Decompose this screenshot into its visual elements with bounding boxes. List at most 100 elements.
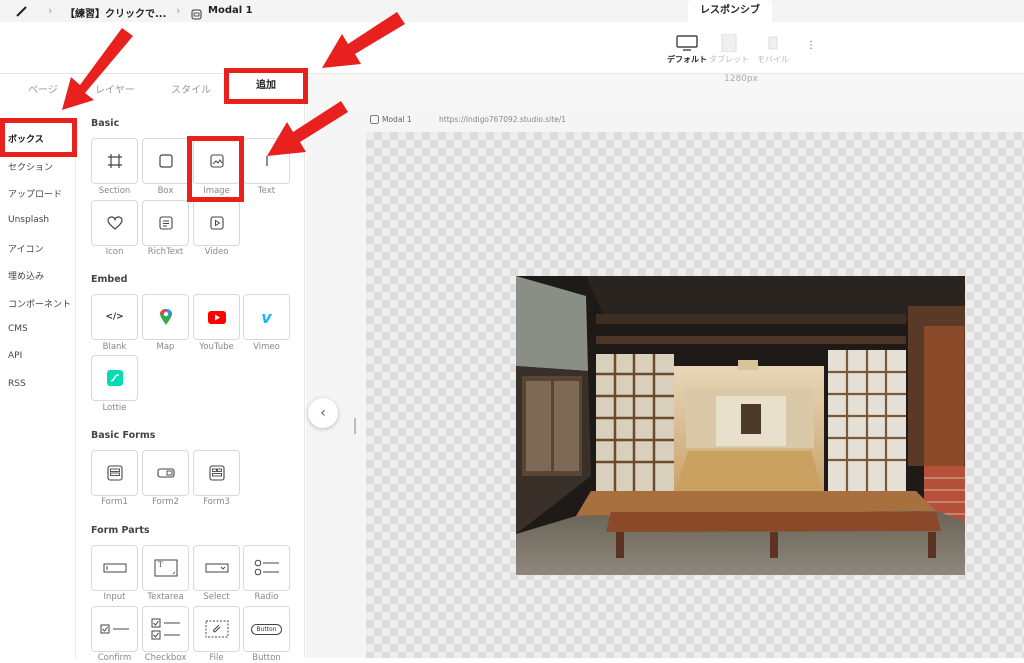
- tile-blank[interactable]: </>: [91, 294, 138, 340]
- image-tile-highlight: [187, 136, 244, 202]
- canvas-url[interactable]: https://indigo767092.studio.site/1: [439, 115, 566, 124]
- device-tablet[interactable]: タブレット: [706, 33, 752, 65]
- device-default[interactable]: デフォルト: [664, 34, 710, 65]
- nav-item-section[interactable]: セクション: [8, 160, 53, 173]
- section-title-basic: Basic: [91, 118, 120, 129]
- tab-style[interactable]: スタイル: [171, 81, 211, 96]
- tile-label: Vimeo: [253, 342, 280, 352]
- tab-page[interactable]: ページ: [28, 81, 58, 96]
- video-icon: [209, 216, 224, 230]
- text-icon: [265, 156, 268, 166]
- nav-item-unsplash[interactable]: Unsplash: [8, 215, 49, 225]
- tab-layer[interactable]: レイヤー: [95, 81, 135, 96]
- confirm-icon: [100, 624, 129, 634]
- tile-button[interactable]: Button: [243, 606, 290, 652]
- tile-vimeo[interactable]: v: [243, 294, 290, 340]
- code-icon: </>: [105, 312, 124, 322]
- tile-label: YouTube: [199, 342, 234, 352]
- tile-lottie[interactable]: [91, 355, 138, 401]
- tile-video[interactable]: [193, 200, 240, 246]
- form-grid-icon: [208, 465, 225, 481]
- tile-label: Confirm: [97, 653, 132, 663]
- tile-form1[interactable]: [91, 450, 138, 496]
- lottie-icon: [106, 370, 123, 386]
- tile-label: Icon: [105, 247, 124, 257]
- form-inline-icon: [156, 468, 175, 478]
- canvas-header: Modal 1 https://indigo767092.studio.site…: [366, 112, 1024, 132]
- box-icon: [158, 154, 173, 168]
- tab-responsive[interactable]: レスポンシブ: [688, 0, 772, 22]
- svg-text:T: T: [158, 561, 163, 569]
- tile-label: Input: [103, 592, 126, 602]
- pen-icon[interactable]: [14, 3, 30, 23]
- nav-item-icon[interactable]: アイコン: [8, 242, 44, 255]
- tile-select[interactable]: [193, 545, 240, 591]
- section-title-basic-forms: Basic Forms: [91, 430, 156, 441]
- tile-label: File: [209, 653, 224, 663]
- nav-item-rss[interactable]: RSS: [8, 379, 26, 389]
- tile-file[interactable]: [193, 606, 240, 652]
- page-icon: [370, 115, 379, 126]
- checkbox-icon: [151, 618, 180, 640]
- tile-label: Text: [257, 186, 276, 196]
- map-pin-icon: [159, 309, 172, 325]
- collapse-panel-button[interactable]: ‹: [308, 398, 338, 428]
- tile-label: Lottie: [102, 403, 127, 413]
- nav-item-upload[interactable]: アップロード: [8, 187, 62, 200]
- top-bar: › 【練習】クリックで... › Modal 1 レスポンシブ デフォルト タブ…: [0, 0, 1024, 74]
- tile-label: Blank: [102, 342, 127, 352]
- chevron-right-icon: ›: [176, 4, 181, 17]
- device-label: モバイル: [757, 55, 789, 64]
- canvas-page-name[interactable]: Modal 1: [382, 115, 412, 124]
- tile-section[interactable]: [91, 138, 138, 184]
- breadcrumb-page[interactable]: Modal 1: [208, 5, 253, 16]
- interior-photo[interactable]: [516, 276, 965, 575]
- tile-label: Video: [204, 247, 229, 257]
- tile-label: Section: [98, 186, 131, 196]
- tile-icon[interactable]: [91, 200, 138, 246]
- nav-item-component[interactable]: コンポーネント: [8, 297, 71, 310]
- tile-confirm[interactable]: [91, 606, 138, 652]
- mobile-icon: [768, 36, 778, 50]
- tablet-icon: [721, 33, 737, 53]
- tile-form3[interactable]: [193, 450, 240, 496]
- radio-icon: [254, 559, 279, 576]
- youtube-icon: [207, 310, 226, 324]
- tile-richtext[interactable]: [142, 200, 189, 246]
- vimeo-icon: v: [261, 307, 272, 327]
- button-icon: Button: [251, 623, 282, 635]
- tile-radio[interactable]: [243, 545, 290, 591]
- device-mobile[interactable]: モバイル: [750, 34, 796, 65]
- width-label: 1280px: [724, 74, 758, 84]
- tab-add[interactable]: 追加: [224, 68, 308, 104]
- tile-label: Radio: [254, 592, 279, 602]
- section-icon: [107, 154, 122, 168]
- textarea-icon: T: [154, 559, 177, 577]
- breadcrumb-project[interactable]: 【練習】クリックで...: [65, 5, 166, 20]
- chevron-right-icon: ›: [48, 4, 53, 17]
- tile-input[interactable]: [91, 545, 138, 591]
- device-label: デフォルト: [667, 55, 707, 64]
- tile-textarea[interactable]: T: [142, 545, 189, 591]
- heart-icon: [106, 216, 123, 230]
- tile-label: Select: [203, 592, 230, 602]
- tile-form2[interactable]: [142, 450, 189, 496]
- nav-item-api[interactable]: API: [8, 351, 22, 361]
- nav-item-embed[interactable]: 埋め込み: [8, 269, 44, 282]
- tile-box[interactable]: [142, 138, 189, 184]
- resize-handle[interactable]: [354, 418, 356, 434]
- chevron-left-icon: ‹: [320, 405, 326, 421]
- tile-label: Form1: [101, 497, 128, 507]
- tile-label: Button: [252, 653, 281, 663]
- nav-item-cms[interactable]: CMS: [8, 324, 28, 334]
- tile-checkbox[interactable]: [142, 606, 189, 652]
- tile-text[interactable]: [243, 138, 290, 184]
- more-icon[interactable]: ⋮: [806, 40, 816, 51]
- tile-map[interactable]: [142, 294, 189, 340]
- tile-label: Form3: [203, 497, 230, 507]
- nav-item-box[interactable]: ボックス: [8, 132, 44, 145]
- photo-image: [516, 276, 965, 575]
- form-icon: [106, 465, 123, 481]
- richtext-icon: [158, 216, 173, 230]
- tile-youtube[interactable]: [193, 294, 240, 340]
